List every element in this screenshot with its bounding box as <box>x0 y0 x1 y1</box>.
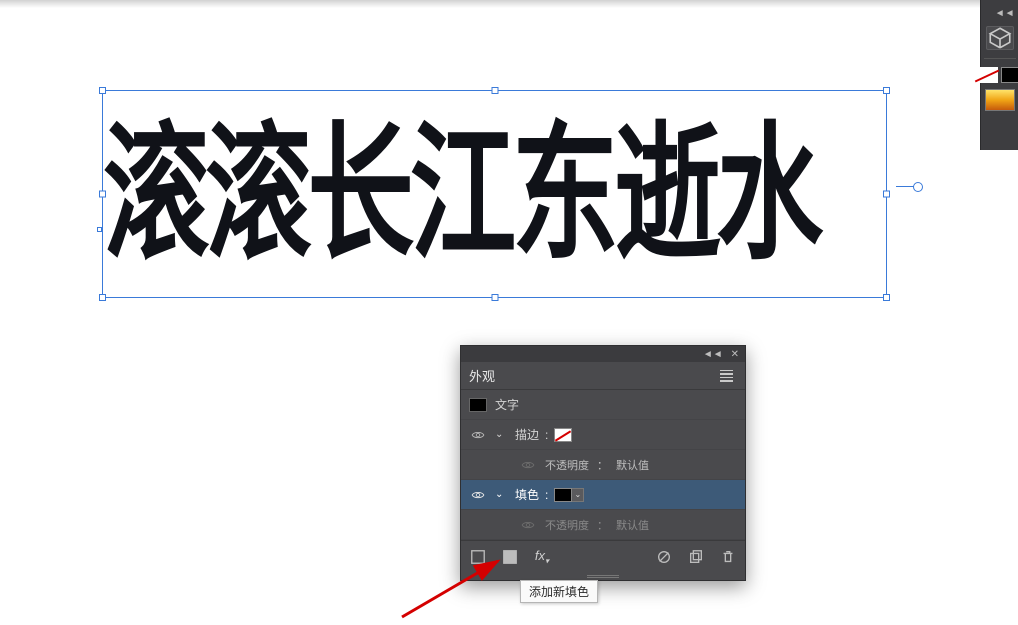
gradient-swatch[interactable] <box>985 89 1015 111</box>
visibility-toggle-stroke[interactable] <box>469 428 487 442</box>
appearance-panel-footer: fx▾ <box>461 540 745 572</box>
stroke-color-swatch[interactable] <box>554 428 572 442</box>
add-effect-button[interactable]: fx▾ <box>533 548 551 566</box>
eye-icon <box>521 458 535 472</box>
fill-opacity-label: 不透明度 <box>545 517 589 533</box>
swatch-row <box>976 67 1018 83</box>
appearance-row-stroke-opacity[interactable]: 不透明度 ： 默认值 <box>461 450 745 480</box>
panel-icon-3d[interactable] <box>986 26 1014 50</box>
type-thumb <box>469 398 487 412</box>
black-swatch[interactable] <box>1001 67 1018 83</box>
eye-icon <box>471 428 485 442</box>
appearance-panel: ◄◄ ✕ 外观 文字 ⌄ 描边 : 不透明度 ： <box>460 345 746 581</box>
panel-menu-icon[interactable] <box>716 366 737 386</box>
visibility-toggle-stroke-opacity[interactable] <box>519 458 537 472</box>
baseline-indicator <box>97 227 102 232</box>
tooltip-add-new-fill: 添加新填色 <box>520 580 598 603</box>
appearance-tab[interactable]: 外观 <box>469 366 495 385</box>
duplicate-item-button[interactable] <box>687 548 705 566</box>
window-top-shadow <box>0 0 1018 8</box>
panel-resize-grip[interactable] <box>461 572 745 580</box>
appearance-row-fill[interactable]: ⌄ 填色 : ⌄ <box>461 480 745 510</box>
stroke-opacity-value: 默认值 <box>616 457 649 473</box>
eye-icon <box>471 488 485 502</box>
handle-se[interactable] <box>883 294 890 301</box>
appearance-panel-body: 文字 ⌄ 描边 : 不透明度 ： 默认值 ⌄ <box>461 390 745 540</box>
dock-collapse-arrows[interactable]: ◄◄ <box>985 6 1015 20</box>
fill-color-dropdown[interactable]: ⌄ <box>572 488 584 502</box>
square-filled-icon <box>502 549 518 565</box>
visibility-toggle-fill-opacity[interactable] <box>519 518 537 532</box>
twisty-fill[interactable]: ⌄ <box>495 489 507 500</box>
handle-e[interactable] <box>883 191 890 198</box>
stroke-label: 描边 <box>515 426 539 443</box>
visibility-toggle-fill[interactable] <box>469 488 487 502</box>
text-content: 滚滚长江东逝水 <box>103 73 667 288</box>
text-out-port[interactable] <box>896 186 918 187</box>
eye-icon <box>521 518 535 532</box>
clear-appearance-button[interactable] <box>655 548 673 566</box>
type-label: 文字 <box>495 396 737 413</box>
handle-ne[interactable] <box>883 87 890 94</box>
stroke-opacity-label: 不透明度 <box>545 457 589 473</box>
cube-icon <box>987 25 1013 51</box>
fill-label: 填色 <box>515 486 539 503</box>
appearance-row-fill-opacity[interactable]: 不透明度 ： 默认值 <box>461 510 745 540</box>
add-new-stroke-button[interactable] <box>469 548 487 566</box>
fill-opacity-value: 默认值 <box>616 517 649 533</box>
appearance-row-type[interactable]: 文字 <box>461 390 745 420</box>
square-outline-icon <box>470 549 486 565</box>
no-circle-icon <box>656 549 672 565</box>
handle-w[interactable] <box>99 191 106 198</box>
appearance-row-stroke[interactable]: ⌄ 描边 : <box>461 420 745 450</box>
panel-collapse-icon[interactable]: ◄◄ <box>703 349 723 360</box>
handle-nw[interactable] <box>99 87 106 94</box>
appearance-panel-titlebar[interactable]: ◄◄ ✕ <box>461 346 745 362</box>
fill-color-control[interactable]: ⌄ <box>554 488 584 502</box>
selected-text-object[interactable]: 滚滚长江东逝水 <box>102 90 887 298</box>
duplicate-icon <box>688 549 704 565</box>
panel-close-icon[interactable]: ✕ <box>731 349 739 360</box>
twisty-stroke[interactable]: ⌄ <box>495 429 507 440</box>
handle-s[interactable] <box>491 294 498 301</box>
trash-icon <box>720 549 736 565</box>
dock-divider <box>984 58 1016 59</box>
right-dock: ◄◄ <box>980 0 1018 150</box>
appearance-panel-tabbar: 外观 <box>461 362 745 390</box>
add-new-fill-button[interactable] <box>501 548 519 566</box>
handle-sw[interactable] <box>99 294 106 301</box>
fill-color-swatch[interactable] <box>554 488 572 502</box>
delete-item-button[interactable] <box>719 548 737 566</box>
none-swatch[interactable] <box>976 67 998 83</box>
handle-n[interactable] <box>491 87 498 94</box>
